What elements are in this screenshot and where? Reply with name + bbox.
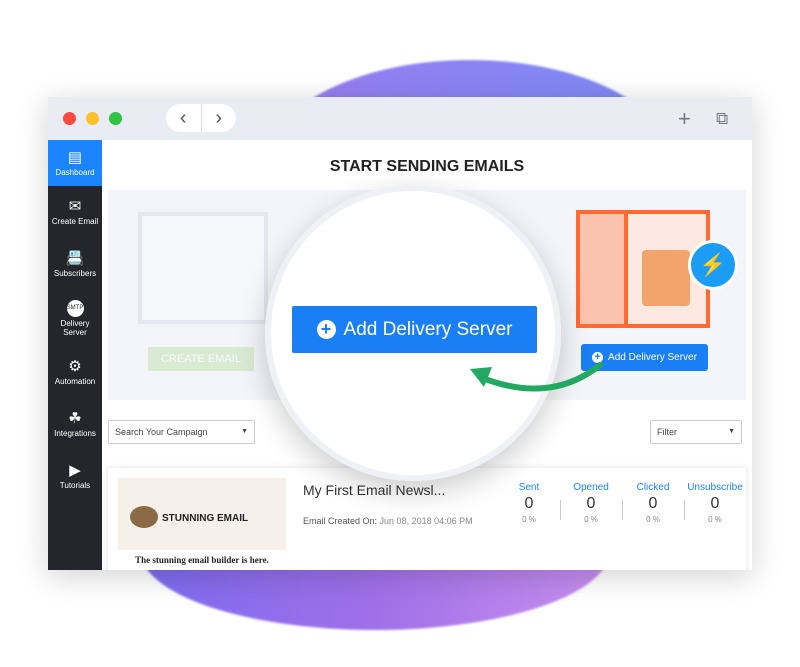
back-icon[interactable]: ‹ — [166, 104, 202, 132]
page-title: START SENDING EMAILS — [329, 158, 525, 175]
button-label: Add Delivery Server — [343, 318, 513, 340]
stat-unsubscribe: Unsubscribe 0 0 % — [684, 482, 746, 524]
sidebar-item-label: Integrations — [54, 429, 96, 438]
stat-percent: 0 % — [584, 515, 598, 524]
caret-down-icon: ▼ — [241, 428, 248, 435]
sidebar-item-label: Automation — [54, 377, 96, 386]
sidebar-item-label: Delivery Server — [60, 318, 90, 337]
sidebar-item-dashboard[interactable]: ▤ Dashboard — [48, 140, 102, 186]
stat-value: 0 — [586, 495, 596, 512]
copy-icon[interactable]: ⧉ — [716, 109, 728, 129]
stat-label[interactable]: Sent — [498, 482, 560, 493]
stat-opened: Opened 0 0 % — [560, 482, 622, 524]
thumbnail-title: STUNNING EMAIL — [162, 513, 249, 524]
stat-sent: Sent 0 0 % — [498, 482, 560, 524]
stat-label[interactable]: Unsubscribe — [684, 482, 746, 493]
create-email-button[interactable]: CREATE EMAIL — [148, 347, 254, 371]
sidebar-item-label: Dashboard — [55, 168, 95, 177]
sidebar: ▤ Dashboard ✉ Create Email 📇 Subscribers SM… — [48, 140, 102, 570]
maximize-dot[interactable] — [109, 112, 122, 125]
envelope-icon: ✉ — [68, 198, 82, 215]
stat-clicked: Clicked 0 0 % — [622, 482, 684, 524]
campaign-card[interactable]: STUNNING EMAIL The stunning email builde… — [108, 468, 746, 570]
stat-percent: 0 % — [522, 515, 536, 524]
stat-percent: 0 % — [708, 515, 722, 524]
campaign-stats: Sent 0 0 % Opened 0 0 % Clicked 0 0 % Unsubscr… — [498, 482, 746, 524]
sidebar-item-label: Subscribers — [53, 269, 97, 278]
plus-circle-icon: + — [316, 320, 336, 339]
curved-arrow-icon — [470, 362, 603, 392]
minimize-dot[interactable] — [86, 112, 99, 125]
smtp-icon: SMTP — [66, 299, 84, 317]
sidebar-item-tutorials[interactable]: ▶ Tutorials — [48, 450, 102, 502]
email-builder-illustration — [138, 212, 268, 324]
nav-buttons: ‹ › — [166, 104, 236, 132]
stat-value: 0 — [524, 495, 534, 512]
gear-icon: ⚙ — [68, 358, 82, 375]
sidebar-item-delivery-server[interactable]: SMTP Delivery Server — [48, 290, 102, 346]
campaign-title[interactable]: My First Email Newsl... — [303, 482, 445, 498]
sidebar-item-label: Create Email — [51, 217, 99, 226]
plug-icon: ⚡ — [688, 240, 738, 290]
plus-icon[interactable]: + — [678, 106, 691, 132]
select-label: Search Your Campaign — [115, 427, 208, 437]
select-label: Filter — [657, 427, 677, 437]
created-value: Jun 08, 2018 04:06 PM — [379, 516, 473, 526]
stat-value: 0 — [710, 495, 720, 512]
webhook-icon: ☘ — [68, 410, 82, 427]
sidebar-item-label: Tutorials — [59, 481, 91, 490]
contacts-icon: 📇 — [65, 250, 85, 267]
play-icon: ▶ — [69, 462, 81, 479]
search-campaign-select[interactable]: Search Your Campaign ▼ — [108, 420, 255, 444]
title-bar: ‹ › + ⧉ — [48, 97, 752, 140]
button-label: Add Delivery Server — [608, 352, 697, 363]
sidebar-item-create-email[interactable]: ✉ Create Email — [48, 186, 102, 238]
thumbnail-caption: The stunning email builder is here. — [118, 550, 286, 570]
stat-label[interactable]: Clicked — [622, 482, 684, 493]
created-label: Email Created On: — [303, 516, 378, 526]
stat-value: 0 — [648, 495, 658, 512]
add-delivery-server-zoomed-button[interactable]: + Add Delivery Server — [292, 306, 537, 353]
sidebar-item-automation[interactable]: ⚙ Automation — [48, 346, 102, 398]
filter-select[interactable]: Filter ▼ — [650, 420, 742, 444]
stat-percent: 0 % — [646, 515, 660, 524]
stat-label[interactable]: Opened — [560, 482, 622, 493]
close-dot[interactable] — [63, 112, 76, 125]
campaign-created: Email Created On: Jun 08, 2018 04:06 PM — [303, 511, 478, 531]
sidebar-item-subscribers[interactable]: 📇 Subscribers — [48, 238, 102, 290]
email-thumbnail: STUNNING EMAIL The stunning email builde… — [118, 478, 286, 570]
caret-down-icon: ▼ — [728, 428, 735, 435]
forward-icon[interactable]: › — [202, 104, 237, 132]
sidebar-item-integrations[interactable]: ☘ Integrations — [48, 398, 102, 450]
dashboard-icon: ▤ — [67, 149, 83, 166]
